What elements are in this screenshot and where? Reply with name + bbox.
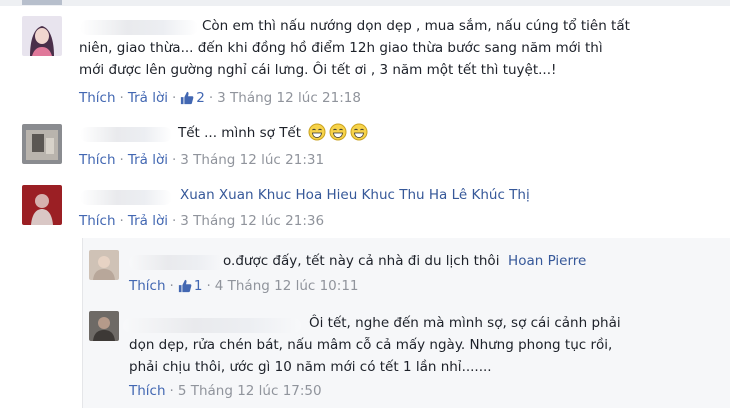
blurred-author-name bbox=[123, 318, 301, 333]
reply-text-line: Ôi tết, nghe đến mà mình sợ, sợ cái cảnh… bbox=[309, 315, 621, 331]
like-button[interactable]: Thích bbox=[129, 278, 166, 294]
avatar[interactable] bbox=[22, 185, 62, 225]
avatar[interactable] bbox=[22, 16, 62, 56]
timestamp[interactable]: 4 Tháng 12 lúc 10:11 bbox=[215, 278, 359, 294]
timestamp[interactable]: 3 Tháng 12 lúc 21:36 bbox=[180, 213, 324, 229]
blurred-author-name bbox=[80, 20, 198, 35]
comment-text-line: niên, giao thừa... đến khi đồng hồ điểm … bbox=[79, 40, 603, 56]
timestamp[interactable]: 3 Tháng 12 lúc 21:31 bbox=[180, 152, 324, 168]
comment-text-line: mới được lên gường nghỉ cái lưng. Ôi tết… bbox=[79, 62, 557, 78]
reply-button[interactable]: Trả lời bbox=[128, 152, 168, 168]
like-button[interactable]: Thích bbox=[129, 383, 166, 399]
comment-actions: Thích · Trả lời · 2 · 3 Tháng 12 lúc 21:18 bbox=[79, 89, 361, 110]
reply-text-line: phải chịu thôi, ước gì 10 năm mới có tết… bbox=[129, 359, 492, 375]
like-button[interactable]: Thích bbox=[79, 213, 116, 229]
grinning-sweat-face-icon bbox=[350, 123, 368, 148]
reply-actions: Thích · 5 Tháng 12 lúc 17:50 bbox=[129, 383, 322, 399]
timestamp[interactable]: 3 Tháng 12 lúc 21:18 bbox=[217, 90, 361, 106]
like-count[interactable]: 2 bbox=[180, 90, 205, 106]
comment-text: Tết ... mình sợ Tết bbox=[178, 125, 302, 141]
thumbs-up-icon bbox=[180, 91, 194, 110]
reply-button[interactable]: Trả lời bbox=[128, 90, 168, 106]
replies-container: o.được đấy, tết này cả nhà đi du lịch th… bbox=[82, 238, 730, 408]
blurred-author-name bbox=[80, 190, 172, 205]
tagged-name[interactable]: Hoan Pierre bbox=[508, 253, 586, 269]
comment-actions: Thích · Trả lời · 3 Tháng 12 lúc 21:36 bbox=[79, 213, 325, 229]
like-button[interactable]: Thích bbox=[79, 90, 116, 106]
avatar[interactable] bbox=[22, 124, 62, 164]
reply-button[interactable]: Trả lời bbox=[128, 213, 168, 229]
tagged-names[interactable]: Xuan Xuan Khuc Hoa Hieu Khuc Thu Ha Lê K… bbox=[180, 184, 530, 206]
comment-text-line: Còn em thì nấu nướng dọn dẹp , mua sắm, … bbox=[202, 18, 630, 34]
like-button[interactable]: Thích bbox=[79, 152, 116, 168]
comment-text-line: Tết ... mình sợ Tết bbox=[178, 122, 368, 148]
thumbs-up-icon bbox=[178, 279, 192, 298]
previous-comment-edge bbox=[0, 0, 730, 6]
grinning-sweat-face-icon bbox=[308, 123, 326, 148]
reply-text-line: dọn dẹp, rửa chén bát, nấu mâm cỗ cả mấy… bbox=[129, 337, 613, 353]
grinning-sweat-face-icon bbox=[329, 123, 347, 148]
avatar[interactable] bbox=[89, 311, 119, 341]
reply-text: o.được đấy, tết này cả nhà đi du lịch th… bbox=[223, 253, 587, 269]
blurred-author-name bbox=[80, 127, 172, 142]
reply-actions: Thích · 1 · 4 Tháng 12 lúc 10:11 bbox=[129, 277, 359, 298]
timestamp[interactable]: 5 Tháng 12 lúc 17:50 bbox=[178, 383, 322, 399]
avatar[interactable] bbox=[89, 250, 119, 280]
like-count[interactable]: 1 bbox=[178, 278, 202, 294]
blurred-author-name bbox=[129, 255, 225, 270]
comment-actions: Thích · Trả lời · 3 Tháng 12 lúc 21:31 bbox=[79, 152, 325, 168]
